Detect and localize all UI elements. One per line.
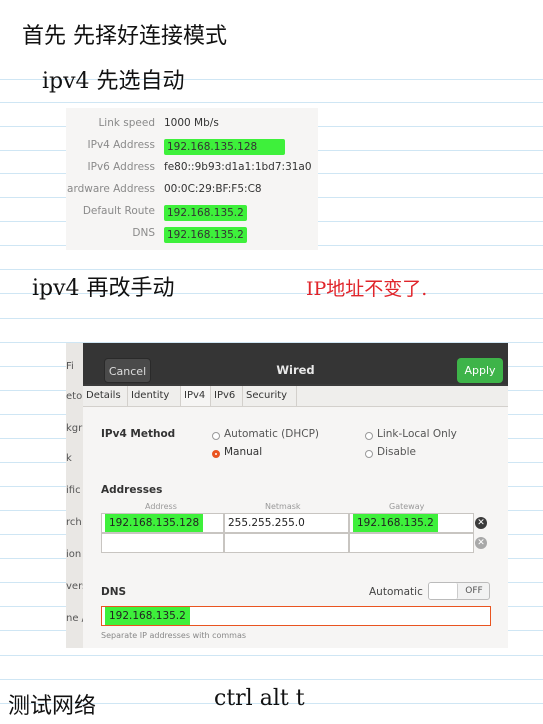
radio-disable[interactable] bbox=[365, 450, 373, 458]
tab-ipv4[interactable]: IPv4 bbox=[181, 386, 211, 406]
netmask-field-empty[interactable] bbox=[224, 533, 349, 553]
manual-label: Manual bbox=[224, 446, 263, 458]
gateway-field[interactable]: 192.168.135.2 bbox=[349, 513, 474, 533]
dns-label: DNS bbox=[101, 586, 127, 598]
note-ip-unchanged: IP地址不变了. bbox=[306, 278, 428, 300]
wired-dialog-screenshot: Fi eto kgr k ific rch ion vers ne / Canc… bbox=[66, 343, 508, 648]
dns-value: 192.168.135.2 bbox=[105, 607, 190, 625]
detail-row-ipv4-address: IPv4 Address 192.168.135.128 bbox=[66, 139, 318, 161]
tab-identity[interactable]: Identity bbox=[128, 386, 181, 406]
tab-security[interactable]: Security bbox=[243, 386, 297, 406]
connection-details-panel: Link speed 1000 Mb/s IPv4 Address 192.16… bbox=[66, 108, 318, 250]
note-connection-mode: 首先 先择好连接模式 bbox=[22, 24, 227, 49]
strip-text: ion bbox=[66, 549, 82, 560]
detail-row-ipv6-address: IPv6 Address fe80::9b93:d1a1:1bd7:31a0 bbox=[66, 161, 318, 183]
detail-key: DNS bbox=[132, 227, 155, 239]
radio-link-local-only[interactable] bbox=[365, 432, 373, 440]
detail-key: Link speed bbox=[98, 117, 155, 129]
note-shortcut-keys: ctrl alt t bbox=[214, 686, 305, 711]
detail-value: fe80::9b93:d1a1:1bd7:31a0 bbox=[164, 161, 312, 173]
detail-key: ardware Address bbox=[67, 183, 155, 195]
strip-text: kgr bbox=[66, 423, 83, 434]
toggle-state: OFF bbox=[465, 586, 483, 596]
detail-row-link-speed: Link speed 1000 Mb/s bbox=[66, 117, 318, 139]
toggle-knob bbox=[429, 583, 458, 599]
disable-label: Disable bbox=[377, 446, 416, 458]
strip-text: Fi bbox=[66, 361, 74, 372]
strip-text: eto bbox=[66, 391, 83, 402]
strip-text: ific bbox=[66, 485, 81, 496]
radio-automatic-dhcp[interactable] bbox=[212, 432, 220, 440]
tab-bar: Details Identity IPv4 IPv6 Security bbox=[83, 386, 508, 407]
detail-value: 00:0C:29:BF:F5:C8 bbox=[164, 183, 262, 195]
automatic-dhcp-label: Automatic (DHCP) bbox=[224, 428, 320, 440]
address-value: 192.168.135.128 bbox=[105, 514, 204, 532]
background-settings-strip: Fi eto kgr k ific rch ion vers ne / bbox=[66, 343, 83, 648]
detail-row-dns: DNS 192.168.135.2 bbox=[66, 227, 318, 249]
netmask-field[interactable]: 255.255.255.0 bbox=[224, 513, 349, 533]
column-address: Address bbox=[145, 502, 177, 511]
detail-value: 192.168.135.2 bbox=[164, 227, 247, 243]
address-field[interactable]: 192.168.135.128 bbox=[101, 513, 224, 533]
dialog-title: Wired bbox=[276, 363, 315, 377]
detail-value: 1000 Mb/s bbox=[164, 117, 219, 129]
tab-ipv6[interactable]: IPv6 bbox=[211, 386, 243, 406]
strip-text: vers bbox=[66, 581, 83, 592]
dialog-titlebar: Cancel Wired Apply bbox=[83, 343, 508, 384]
detail-key: IPv4 Address bbox=[87, 139, 155, 151]
radio-manual[interactable] bbox=[212, 450, 220, 458]
netmask-value: 255.255.255.0 bbox=[228, 517, 305, 529]
note-test-network: 测试网络 bbox=[8, 694, 97, 719]
dns-automatic-label: Automatic bbox=[369, 586, 423, 598]
tab-details[interactable]: Details bbox=[83, 386, 128, 406]
dns-hint: Separate IP addresses with commas bbox=[101, 631, 247, 640]
detail-value: 192.168.135.128 bbox=[164, 139, 286, 155]
ipv4-method-label: IPv4 Method bbox=[101, 428, 176, 440]
column-netmask: Netmask bbox=[265, 502, 301, 511]
note-ipv4-auto: ipv4 先选自动 bbox=[42, 69, 185, 94]
dns-input[interactable]: 192.168.135.2 bbox=[101, 606, 491, 626]
column-gateway: Gateway bbox=[389, 502, 425, 511]
dns-automatic-toggle[interactable]: OFF bbox=[428, 582, 490, 600]
strip-text: ne / bbox=[66, 613, 83, 624]
gateway-value: 192.168.135.2 bbox=[353, 514, 438, 532]
delete-row-icon[interactable]: ✕ bbox=[475, 537, 487, 549]
strip-text: k bbox=[66, 453, 72, 464]
apply-button[interactable]: Apply bbox=[457, 358, 503, 383]
detail-key: IPv6 Address bbox=[87, 161, 155, 173]
gateway-field-empty[interactable] bbox=[349, 533, 474, 553]
detail-row-hardware-address: ardware Address 00:0C:29:BF:F5:C8 bbox=[66, 183, 318, 205]
detail-value: 192.168.135.2 bbox=[164, 205, 247, 221]
detail-key: Default Route bbox=[82, 205, 155, 217]
link-local-label: Link-Local Only bbox=[377, 428, 457, 440]
detail-row-default-route: Default Route 192.168.135.2 bbox=[66, 205, 318, 227]
address-field-empty[interactable] bbox=[101, 533, 224, 553]
dialog-content: Details Identity IPv4 IPv6 Security IPv4… bbox=[83, 386, 508, 648]
note-ipv4-manual: ipv4 再改手动 bbox=[32, 276, 175, 301]
strip-text: rch bbox=[66, 517, 82, 528]
addresses-label: Addresses bbox=[101, 484, 163, 496]
delete-row-icon[interactable]: ✕ bbox=[475, 517, 487, 529]
